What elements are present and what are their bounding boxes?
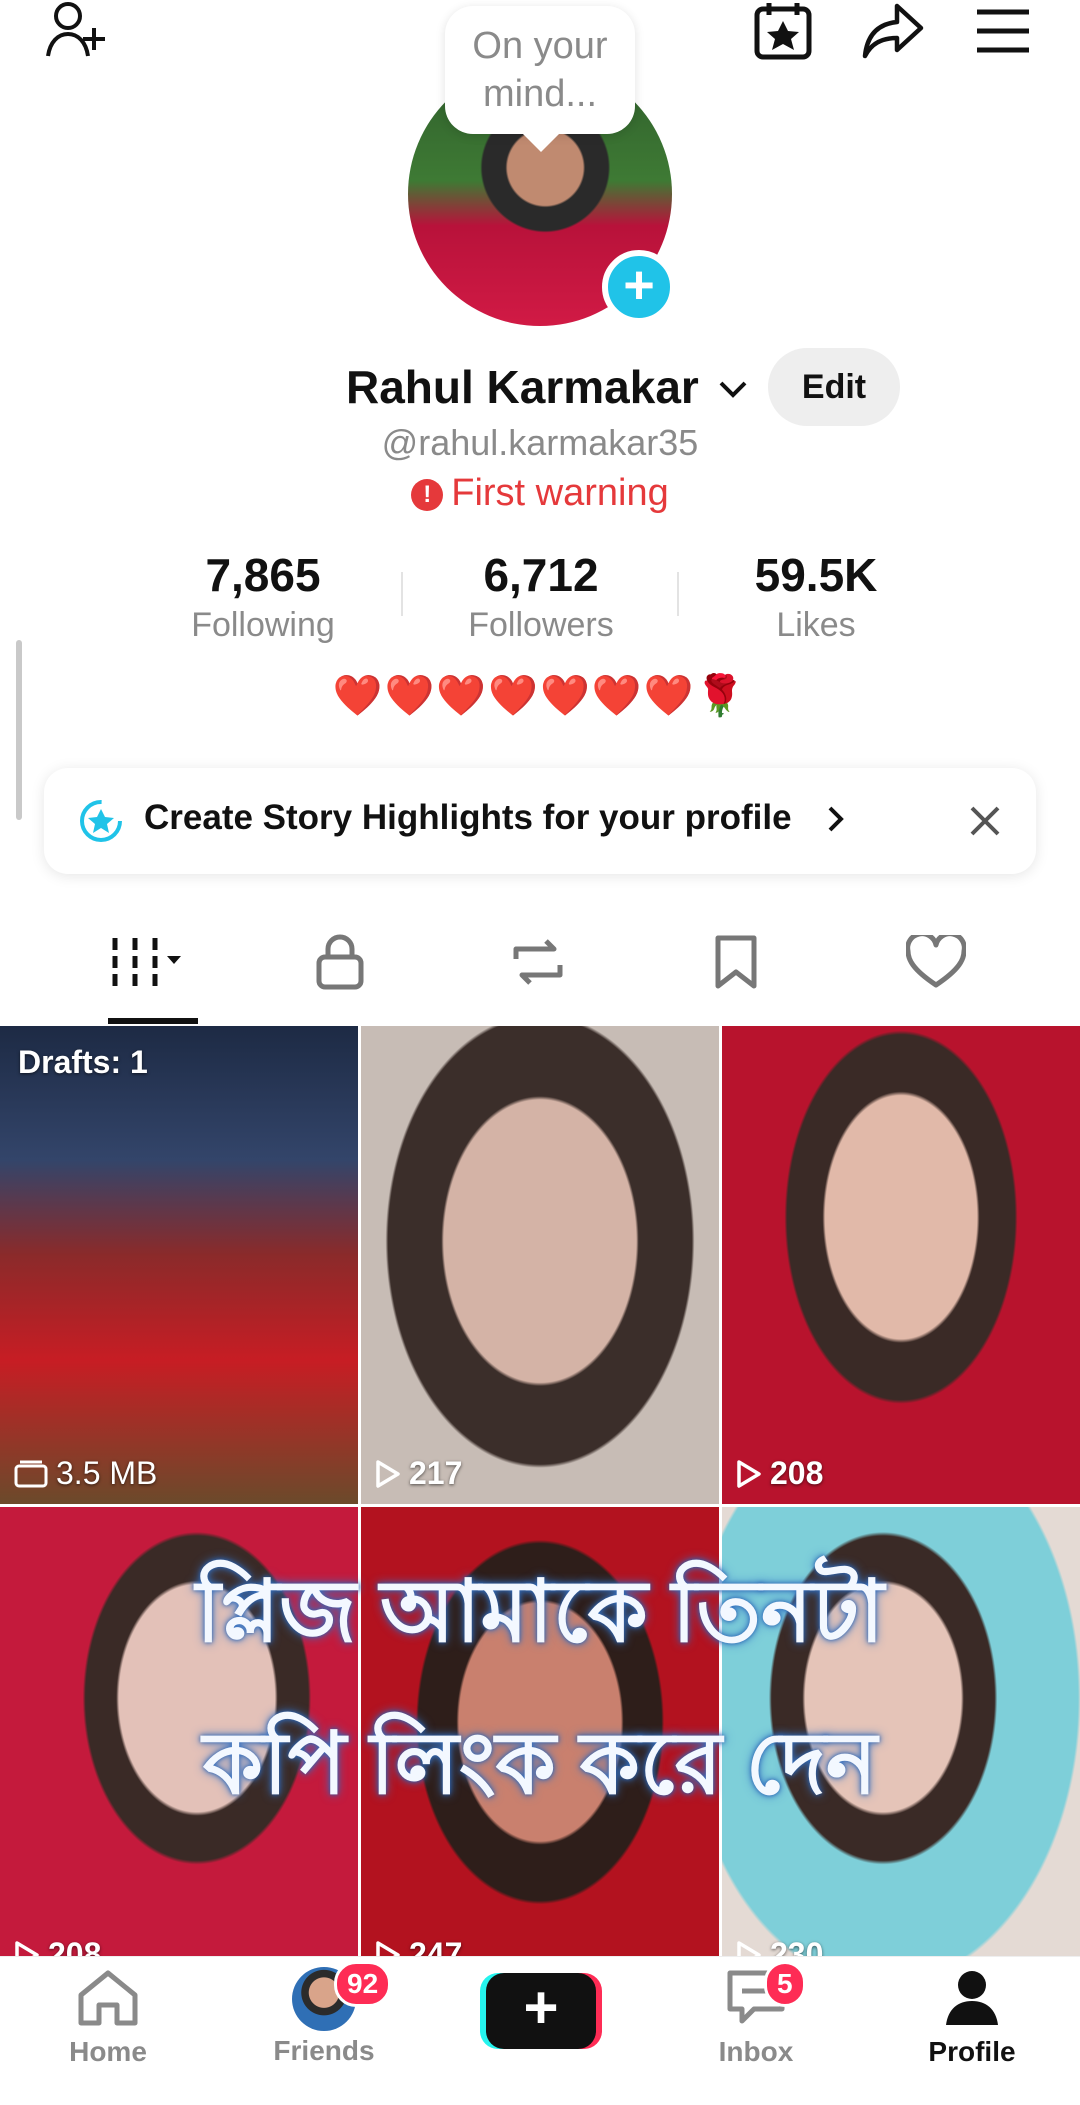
create-button[interactable]: + [486,1973,596,2049]
edit-profile-button[interactable]: Edit [768,348,900,426]
video-tile[interactable]: 208 [722,1026,1080,1504]
nav-profile[interactable]: Profile [864,1967,1080,2068]
bottom-navigation: Home Friends 92 + Inbox 5 Profile [0,1956,1080,2105]
overlay-caption-line-2: কপি লিংক করে দেন [202,1716,878,1812]
draft-size: 3.5 MB [14,1455,157,1492]
chevron-right-icon [826,804,846,839]
video-tile[interactable]: 217 [361,1026,719,1504]
active-tab-indicator [108,1018,198,1024]
banner-text: Create Story Highlights for your profile [144,798,792,837]
bio: ❤️❤️❤️❤️❤️❤️❤️🌹 [332,674,748,718]
tab-videos[interactable] [40,900,256,1024]
view-count: 217 [375,1455,462,1492]
scroll-indicator [16,640,22,820]
friends-badge: 92 [334,1961,392,2007]
tab-liked[interactable] [828,900,1044,1024]
content-tabs [0,900,1080,1024]
calendar-star-icon[interactable] [748,0,818,62]
profile-name[interactable]: Rahul Karmakar [346,356,748,414]
stat-following[interactable]: 7,865 Following [123,548,403,645]
play-icon [376,1459,400,1488]
nav-inbox[interactable]: Inbox 5 [648,1961,864,2068]
repost-icon [513,939,563,985]
view-count: 208 [736,1455,823,1492]
status-bubble[interactable]: On your mind... [445,6,635,152]
tab-private[interactable] [232,900,448,1024]
nav-friends[interactable]: Friends 92 [216,1961,432,2067]
tab-saved[interactable] [628,900,844,1024]
stat-likes[interactable]: 59.5K Likes [676,548,956,645]
folder-icon [14,1460,48,1487]
inbox-badge: 5 [764,1961,806,2007]
warning-status[interactable]: ! First warning [0,472,1080,515]
close-icon[interactable] [968,804,1002,843]
overlay-caption-line-1: প্লিজ আমাকে তিনটা [195,1564,885,1660]
heart-icon [906,935,966,988]
home-icon [78,1970,138,2026]
profile-icon [946,1971,998,2025]
nav-home[interactable]: Home [0,1967,216,2068]
username: @rahul.karmakar35 [381,422,699,463]
add-friend-icon[interactable] [38,0,116,62]
star-badge-icon [78,798,124,849]
grid-icon [112,938,181,986]
story-highlights-banner[interactable]: Create Story Highlights for your profile [44,768,1036,874]
play-icon [737,1459,761,1488]
tab-reposts[interactable] [430,900,646,1024]
drafts-label: Drafts: 1 [18,1044,148,1080]
add-story-icon[interactable]: + [602,250,676,324]
share-icon[interactable] [858,0,928,62]
video-grid: Drafts: 1 3.5 MB 217 208 208 247 230 প্ল… [0,1026,1080,1988]
menu-icon[interactable] [970,0,1036,62]
bookmark-icon [715,935,757,989]
chevron-down-icon [718,356,748,410]
lock-icon [316,934,364,990]
warning-icon: ! [411,479,444,511]
draft-tile[interactable]: Drafts: 1 3.5 MB [0,1026,358,1504]
stat-followers[interactable]: 6,712 Followers [401,548,681,645]
